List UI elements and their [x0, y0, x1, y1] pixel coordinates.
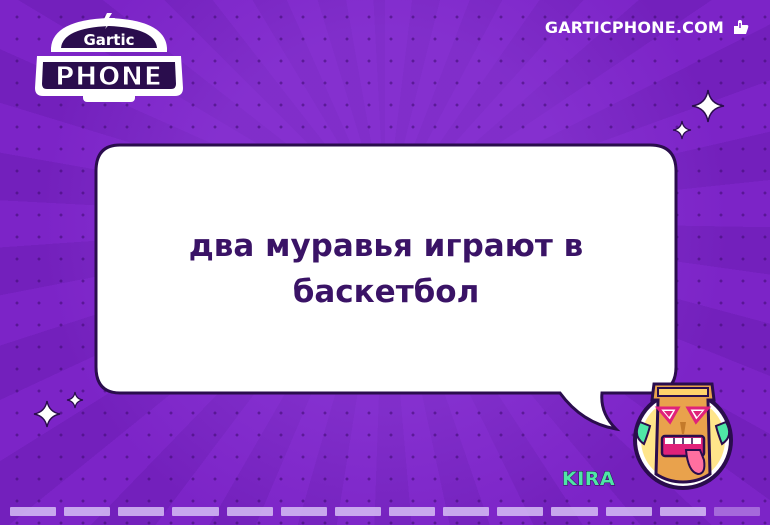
- sparkle-icon: [66, 391, 84, 409]
- progress-segment: [443, 507, 490, 516]
- player-name: KIRA: [561, 468, 616, 491]
- progress-segment: [713, 507, 760, 516]
- progress-segment: [226, 507, 273, 516]
- sparkle-icon: [33, 400, 61, 428]
- site-link-label: GARTICPHONE.COM: [544, 17, 724, 37]
- round-progress-bar: [10, 507, 760, 516]
- tiki-mask-avatar: [633, 382, 733, 490]
- logo-top-text: Gartic: [83, 31, 134, 49]
- progress-segment: [334, 507, 381, 516]
- progress-segment: [64, 507, 111, 516]
- progress-segment: [551, 507, 598, 516]
- progress-segment: [497, 507, 544, 516]
- progress-segment: [605, 507, 652, 516]
- progress-segment: [118, 507, 165, 516]
- garticphone-site-link[interactable]: GARTICPHONE.COM: [545, 15, 750, 39]
- speech-bubble: два муравья играют в баскетбол: [94, 143, 678, 433]
- progress-segment: [388, 507, 436, 516]
- logo-bottom-text: PHONE: [55, 62, 162, 92]
- progress-segment: [659, 507, 706, 516]
- progress-segment: [172, 507, 219, 516]
- progress-segment: [10, 507, 57, 516]
- sparkle-icon: [691, 89, 725, 123]
- prompt-text: два муравья играют в баскетбол: [188, 228, 584, 310]
- progress-segment: [280, 507, 327, 516]
- hand-pointer-icon: [734, 20, 749, 34]
- gartic-phone-logo: Gartic PHONE: [35, 13, 183, 102]
- sparkle-icon: [672, 120, 692, 140]
